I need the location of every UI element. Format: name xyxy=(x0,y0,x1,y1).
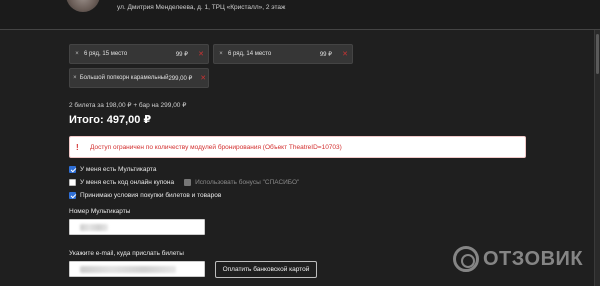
remove-icon[interactable]: × xyxy=(70,75,80,81)
watermark-text: ОТЗОВИК xyxy=(483,247,584,270)
delete-icon[interactable]: ✕ xyxy=(194,45,208,63)
email-label: Укажите e-mail, куда прислать билеты xyxy=(69,250,184,257)
coupon-checkbox[interactable] xyxy=(69,178,76,186)
cart-item-price: 99 ₽ xyxy=(175,51,188,58)
cart-item-price: 299,00 ₽ xyxy=(168,75,193,82)
cinema-address: ул. Дмитрия Менделеева, д. 1, ТРЦ «Крист… xyxy=(117,4,286,11)
otzovik-watermark: ОТЗОВИК xyxy=(453,244,583,274)
multicard-number-label: Номер Мультикарты xyxy=(69,208,131,215)
order-total: Итого: 497,00 ₽ xyxy=(69,114,152,126)
warning-icon: ! xyxy=(76,142,79,152)
multicard-checkbox[interactable] xyxy=(69,165,76,173)
spasibo-option-label: Использовать бонусы "СПАСИБО" xyxy=(195,178,300,186)
multicard-option-label: У меня есть Мультикарта xyxy=(80,165,157,173)
order-summary: 2 билета за 198,00 ₽ + бар на 299,00 ₽ xyxy=(69,102,187,109)
cart-item-label: Большой попкорн карамельный xyxy=(79,75,169,81)
cinema-avatar xyxy=(66,0,100,12)
page-header: ул. Дмитрия Менделеева, д. 1, ТРЦ «Крист… xyxy=(0,0,600,30)
multicard-number-input[interactable] xyxy=(69,219,205,235)
cart-item-seat-15: × 6 ряд, 15 место 99 ₽ ✕ xyxy=(69,44,209,64)
cart-item-seat-14: × 6 ряд, 14 место 99 ₽ ✕ xyxy=(213,44,353,64)
cart-item-label: 6 ряд, 15 место xyxy=(84,51,128,57)
spasibo-checkbox[interactable] xyxy=(184,178,192,186)
pay-by-card-button[interactable]: Оплатить банковской картой xyxy=(215,261,317,278)
error-alert-text: Доступ ограничен по количеству модулей б… xyxy=(90,143,342,151)
terms-checkbox[interactable] xyxy=(69,191,76,199)
error-alert: ! Доступ ограничен по количеству модулей… xyxy=(69,136,526,158)
coupon-option-label: У меня есть код онлайн купона xyxy=(80,178,175,186)
delete-icon[interactable]: ✕ xyxy=(338,45,352,63)
coupon-option-row: У меня есть код онлайн купона Использова… xyxy=(69,177,299,187)
scrollbar-thumb[interactable] xyxy=(596,34,599,74)
otzovik-logo-icon xyxy=(453,246,479,272)
remove-icon[interactable]: × xyxy=(214,51,228,57)
terms-option-label: Принимаю условия покупки билетов и товар… xyxy=(80,191,222,199)
scrollbar[interactable] xyxy=(594,30,600,286)
email-input[interactable] xyxy=(69,261,205,277)
multicard-option[interactable]: У меня есть Мультикарта xyxy=(69,164,156,174)
cart-item-popcorn: × Большой попкорн карамельный 299,00 ₽ ✕ xyxy=(69,68,209,88)
delete-icon[interactable]: ✕ xyxy=(198,69,208,87)
redacted-value xyxy=(80,266,176,273)
redacted-value xyxy=(80,224,108,231)
remove-icon[interactable]: × xyxy=(70,51,84,57)
cart-item-price: 99 ₽ xyxy=(319,51,332,58)
cart-item-label: 6 ряд, 14 место xyxy=(228,51,272,57)
terms-option[interactable]: Принимаю условия покупки билетов и товар… xyxy=(69,190,221,200)
